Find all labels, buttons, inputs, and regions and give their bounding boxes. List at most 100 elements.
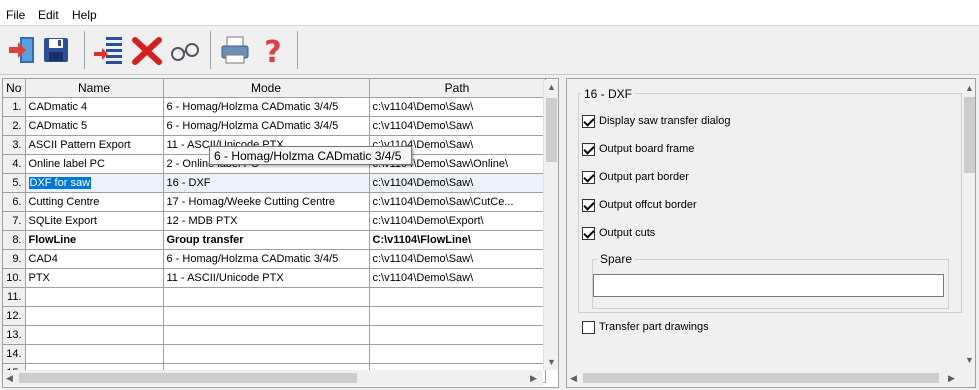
cell-name[interactable] (25, 306, 164, 326)
print-icon[interactable] (218, 33, 252, 67)
cell-name[interactable]: DXF for saw (25, 173, 164, 193)
cell-name[interactable] (25, 325, 164, 345)
table-row[interactable]: 10. PTX 11 - ASCII/Unicode PTX c:\v1104\Dem… (3, 268, 546, 288)
cell-name[interactable]: CAD4 (25, 249, 164, 269)
option-checkbox[interactable]: Output offcut border (582, 197, 697, 213)
option-checkbox[interactable]: Output part border (582, 169, 689, 185)
scroll-right-icon[interactable]: ▶ (948, 373, 955, 384)
cell-name[interactable]: CADmatic 4 (25, 97, 164, 117)
checkbox-box[interactable] (582, 170, 595, 184)
transfer-part-drawings-checkbox[interactable]: Transfer part drawings (582, 319, 709, 335)
table-row[interactable]: 13. (3, 325, 546, 345)
table-row[interactable]: 7. SQLite Export 12 - MDB PTX c:\v1104\Demo… (3, 211, 546, 231)
row-number[interactable]: 9. (3, 249, 26, 269)
scroll-thumb[interactable] (583, 373, 939, 383)
grid-horizontal-scrollbar[interactable]: ◀ ▶ (3, 370, 543, 386)
cell-path[interactable]: c:\v1104\Demo\Saw\ (369, 249, 546, 269)
option-checkbox[interactable]: Display saw transfer dialog (582, 113, 730, 129)
cell-mode[interactable]: 17 - Homag/Weeke Cutting Centre (163, 192, 370, 212)
row-number[interactable]: 3. (3, 135, 26, 155)
row-number[interactable]: 1. (3, 97, 26, 117)
menu-edit[interactable]: Edit (38, 8, 59, 22)
checkbox-box[interactable] (582, 114, 595, 128)
cell-mode[interactable]: 11 - ASCII/Unicode PTX (163, 268, 370, 288)
cell-name[interactable] (25, 287, 164, 307)
cell-name[interactable]: FlowLine (25, 230, 164, 250)
cell-path[interactable]: c:\v1104\Demo\Saw\ (369, 116, 546, 136)
cell-path[interactable]: c:\v1104\Demo\Export\ (369, 211, 546, 231)
row-number[interactable]: 5. (3, 173, 26, 193)
scroll-thumb[interactable] (964, 97, 975, 173)
table-row[interactable]: 11. (3, 287, 546, 307)
cell-path[interactable] (369, 287, 546, 307)
scroll-right-icon[interactable]: ▶ (530, 373, 537, 384)
cell-name[interactable]: ASCII Pattern Export (25, 135, 164, 155)
help-icon[interactable]: ? (256, 33, 290, 70)
column-header-path[interactable]: Path (369, 79, 546, 98)
option-checkbox[interactable]: Output cuts (582, 225, 655, 241)
scroll-thumb[interactable] (546, 98, 557, 162)
column-header-name[interactable]: Name (25, 79, 164, 98)
cell-mode[interactable] (163, 287, 370, 307)
row-number[interactable]: 10. (3, 268, 26, 288)
table-row[interactable]: 12. (3, 306, 546, 326)
checkbox-box[interactable] (582, 226, 595, 240)
scroll-left-icon[interactable]: ◀ (6, 373, 13, 384)
checkbox-box[interactable] (582, 198, 595, 212)
table-row[interactable]: 2. CADmatic 56 - Homag/Holzma CADmatic 3/… (3, 116, 546, 136)
exit-icon[interactable] (6, 33, 40, 67)
row-number[interactable]: 11. (3, 287, 26, 307)
cell-mode[interactable]: 6 - Homag/Holzma CADmatic 3/4/5 (163, 116, 370, 136)
cell-path[interactable] (369, 306, 546, 326)
table-row[interactable]: 14. (3, 344, 546, 364)
cell-name[interactable] (25, 344, 164, 364)
row-number[interactable]: 2. (3, 116, 26, 136)
cell-mode[interactable]: 16 - DXF (163, 173, 370, 193)
cell-name[interactable]: Online label PC (25, 154, 164, 174)
cell-path[interactable]: C:\v1104\FlowLine\ (369, 230, 546, 250)
cell-name[interactable]: Cutting Centre (25, 192, 164, 212)
scroll-left-icon[interactable]: ◀ (570, 373, 577, 384)
cell-mode[interactable] (163, 325, 370, 345)
scroll-up-icon[interactable]: ▲ (547, 82, 556, 92)
transfer-grid[interactable]: No Name Mode Path 1. CADmatic 46 - Homag/… (2, 78, 559, 388)
cell-path[interactable] (369, 325, 546, 345)
row-number[interactable]: 13. (3, 325, 26, 345)
grid-vertical-scrollbar[interactable]: ▲ ▼ (543, 80, 558, 370)
row-number[interactable]: 7. (3, 211, 26, 231)
row-number[interactable]: 4. (3, 154, 26, 174)
cell-mode[interactable]: 6 - Homag/Holzma CADmatic 3/4/5 (163, 97, 370, 117)
scroll-down-icon[interactable]: ▼ (547, 357, 556, 367)
cell-mode[interactable]: Group transfer (163, 230, 370, 250)
scroll-down-icon[interactable]: ▼ (965, 355, 974, 365)
save-icon[interactable] (40, 33, 74, 67)
panel-vertical-scrollbar[interactable]: ▲ ▼ (962, 79, 975, 369)
cell-path[interactable]: c:\v1104\Demo\Saw\ (369, 268, 546, 288)
cell-path[interactable] (369, 344, 546, 364)
table-row[interactable]: 9. CAD4 6 - Homag/Holzma CADmatic 3/4/5 c:\… (3, 249, 546, 269)
checkbox-box[interactable] (582, 142, 595, 156)
table-row[interactable]: 1. CADmatic 46 - Homag/Holzma CADmatic 3/… (3, 97, 546, 117)
row-number[interactable]: 12. (3, 306, 26, 326)
column-header-mode[interactable]: Mode (163, 79, 370, 98)
panel-horizontal-scrollbar[interactable]: ◀ ▶ (567, 370, 962, 387)
row-number[interactable]: 14. (3, 344, 26, 364)
column-header-no[interactable]: No (3, 79, 26, 98)
cell-path[interactable]: c:\v1104\Demo\Saw\ (369, 173, 546, 193)
cell-mode[interactable]: 12 - MDB PTX (163, 211, 370, 231)
menu-help[interactable]: Help (72, 8, 97, 22)
scroll-thumb[interactable] (19, 373, 357, 383)
spare-input[interactable] (593, 274, 944, 297)
delete-icon[interactable] (130, 33, 164, 67)
option-checkbox[interactable]: Output board frame (582, 141, 694, 157)
view-icon[interactable] (168, 33, 202, 67)
table-row[interactable]: 8. FlowLine Group transfer C:\v1104\FlowLin… (3, 230, 546, 250)
table-row[interactable]: 6. Cutting Centre 17 - Homag/Weeke Cutting… (3, 192, 546, 212)
cell-name[interactable]: PTX (25, 268, 164, 288)
row-number[interactable]: 6. (3, 192, 26, 212)
scroll-up-icon[interactable]: ▲ (965, 83, 974, 93)
cell-path[interactable]: c:\v1104\Demo\Saw\ (369, 97, 546, 117)
checkbox-box[interactable] (582, 320, 595, 334)
cell-name[interactable]: CADmatic 5 (25, 116, 164, 136)
table-row[interactable]: 5. DXF for saw 16 - DXF c:\v1104\Demo\Saw\ (3, 173, 546, 193)
